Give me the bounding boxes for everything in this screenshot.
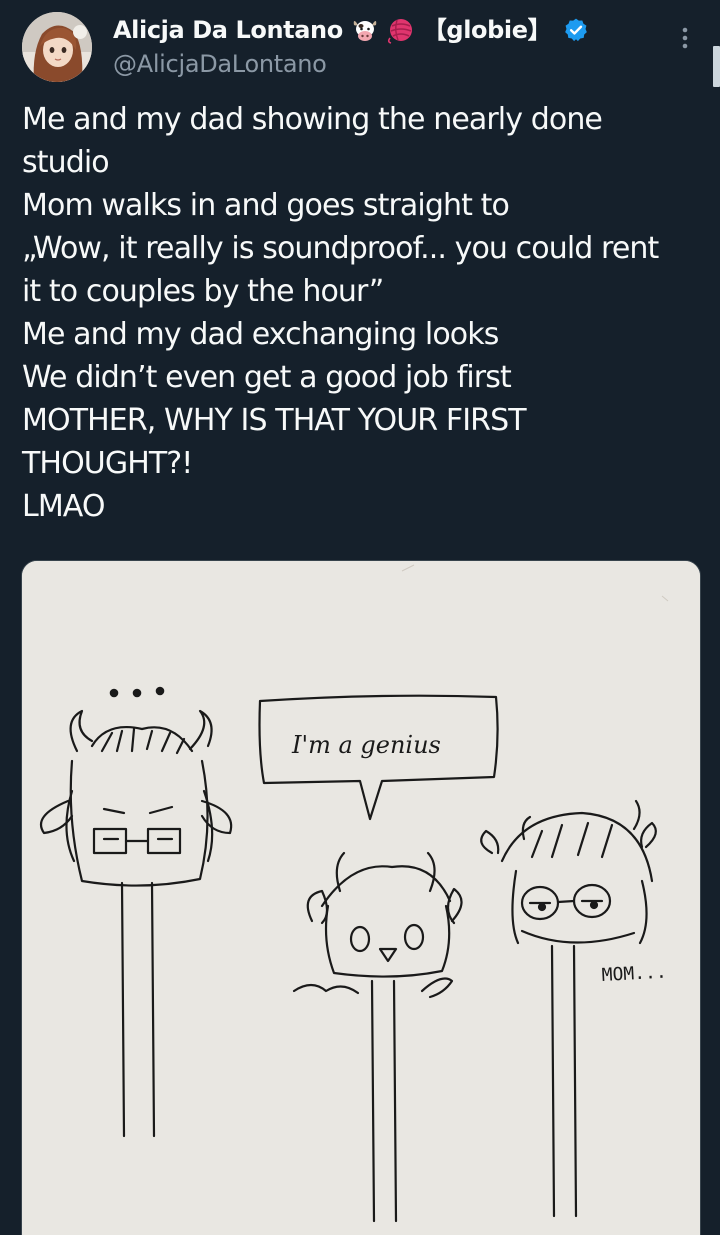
sketch-drawing: I'm a genius MOM... <box>22 561 700 1235</box>
more-vertical-icon <box>682 27 688 49</box>
cow-face-icon <box>351 16 379 44</box>
tweet-line: MOTHER, WHY IS THAT YOUR FIRST <box>22 403 527 438</box>
user-handle[interactable]: @AlicjaDaLontano <box>113 49 327 79</box>
display-name-row[interactable]: Alicja Da Lontano 【globie】 <box>113 14 589 46</box>
yarn-ball-icon <box>387 16 415 44</box>
speech-bubble-text: I'm a genius <box>291 731 441 759</box>
tweet-line: „Wow, it really is soundproof... you cou… <box>22 231 659 266</box>
display-name-suffix: 【globie】 <box>422 16 552 44</box>
display-name[interactable]: Alicja Da Lontano <box>113 14 343 46</box>
avatar[interactable] <box>22 12 92 82</box>
avatar-image <box>22 12 92 82</box>
more-options-button[interactable] <box>670 24 700 56</box>
verified-badge-icon[interactable] <box>563 17 589 43</box>
tweet-line: studio <box>22 145 110 180</box>
tweet-text: Me and my dad showing the nearly done st… <box>22 98 706 528</box>
tweet-line: THOUGHT?! <box>22 446 193 481</box>
tweet-line: LMAO <box>22 489 106 524</box>
scrollbar-thumb[interactable] <box>713 46 720 87</box>
mom-label: MOM... <box>601 962 667 986</box>
tweet-line: Mom walks in and goes straight to <box>22 188 510 223</box>
tweet-line: Me and my dad exchanging looks <box>22 317 499 352</box>
tweet-line: it to couples by the hour” <box>22 274 384 309</box>
tweet-media-image[interactable]: I'm a genius MOM... <box>21 560 701 1235</box>
tweet-line: Me and my dad showing the nearly done <box>22 102 603 137</box>
tweet-line: We didn’t even get a good job first <box>22 360 512 395</box>
